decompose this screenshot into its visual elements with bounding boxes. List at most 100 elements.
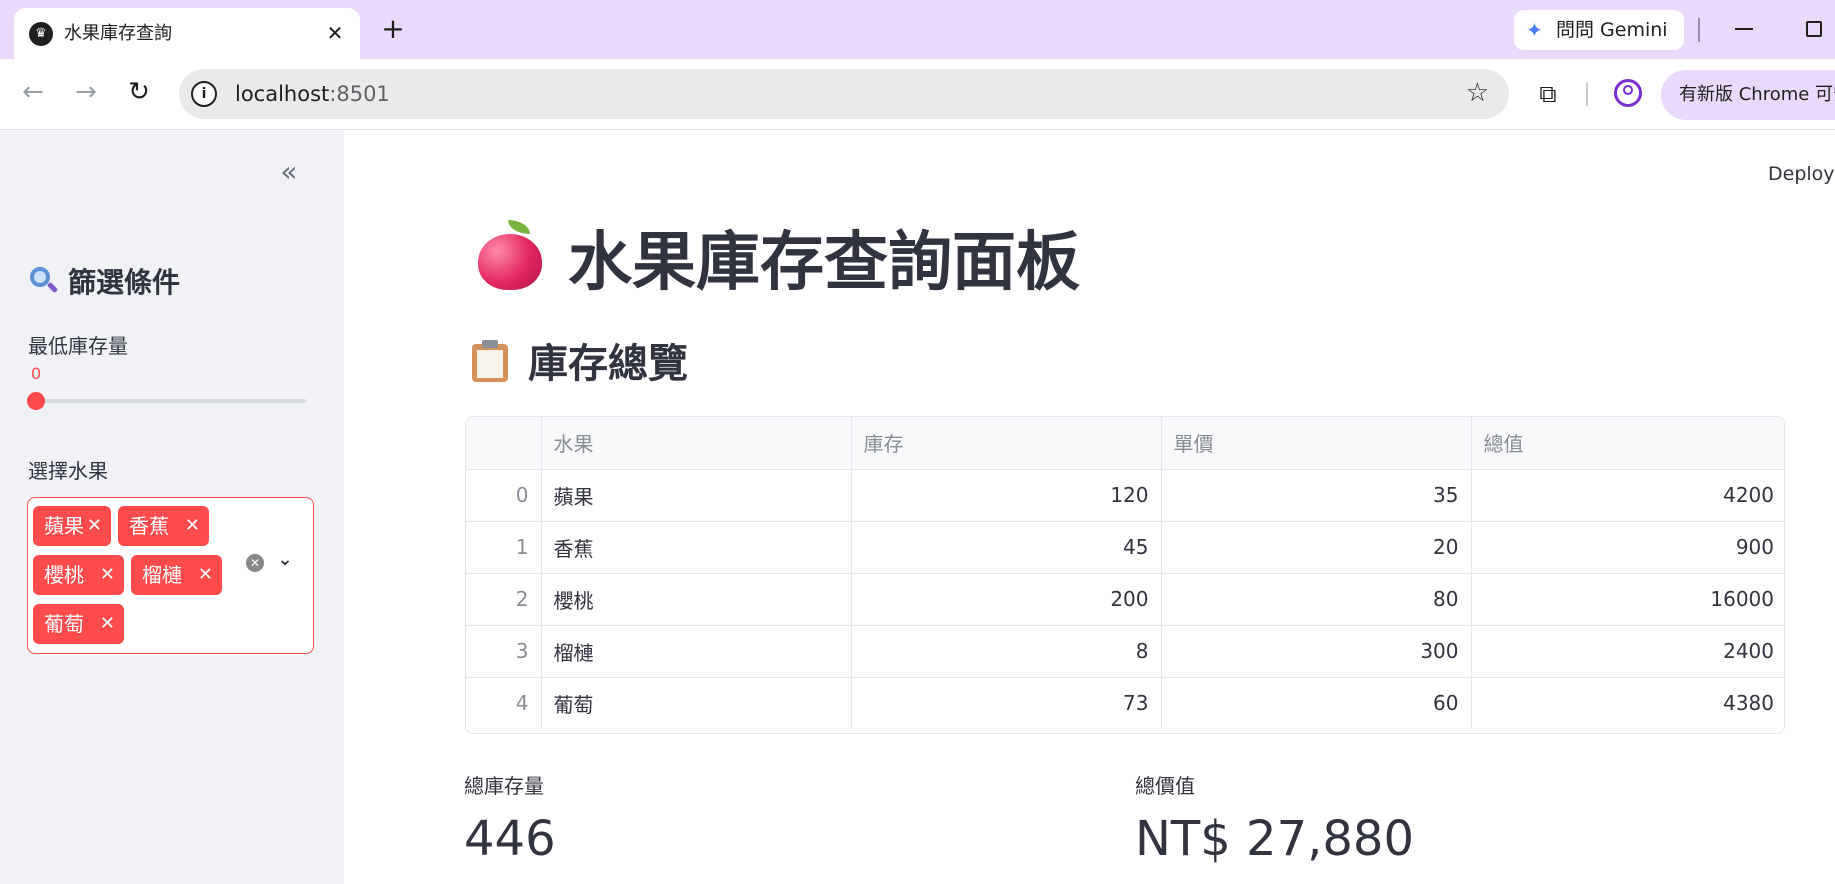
sidebar: « 篩選條件 最低庫存量 0 選擇水果 蘋果 ✕ 香蕉 ✕ 櫻桃 ✕ 榴槤 ✕ … xyxy=(0,130,344,884)
forward-arrow-icon[interactable]: → xyxy=(69,75,103,109)
cell-total[interactable]: 4200 xyxy=(1471,469,1784,522)
column-header-total[interactable]: 總值 xyxy=(1471,417,1784,470)
chip-label: 香蕉 xyxy=(129,514,169,538)
metric-total-value: 總價值 NT$ 27,880 xyxy=(1135,773,1414,869)
chevron-down-icon[interactable]: ⌄ xyxy=(276,549,294,571)
fruit-chip: 櫻桃 ✕ xyxy=(33,555,124,595)
maximize-icon[interactable] xyxy=(1806,21,1822,37)
minimize-icon[interactable] xyxy=(1735,28,1753,30)
inventory-dataframe[interactable]: 水果 庫存 單價 總值 0 蘋果 120 35 4200 1 香蕉 45 20 … xyxy=(465,416,1785,734)
cell-stock[interactable]: 45 xyxy=(851,521,1162,574)
row-index: 0 xyxy=(466,469,542,522)
cell-fruit[interactable]: 香蕉 xyxy=(541,521,852,574)
apple-icon xyxy=(474,220,546,292)
cell-stock[interactable]: 73 xyxy=(851,677,1162,729)
chrome-update-button[interactable]: 有新版 Chrome 可安 xyxy=(1661,70,1835,120)
row-index: 2 xyxy=(466,573,542,626)
clipboard-icon xyxy=(470,339,510,383)
cell-total[interactable]: 2400 xyxy=(1471,625,1784,678)
clear-all-icon[interactable]: ✕ xyxy=(246,554,264,572)
site-info-icon[interactable]: i xyxy=(191,81,217,107)
bookmark-star-icon[interactable]: ☆ xyxy=(1466,78,1489,108)
min-stock-slider[interactable] xyxy=(27,392,306,410)
cell-stock[interactable]: 8 xyxy=(851,625,1162,678)
row-index: 3 xyxy=(466,625,542,678)
tab-close-icon[interactable]: ✕ xyxy=(322,20,348,46)
cell-stock[interactable]: 120 xyxy=(851,469,1162,522)
slider-thumb[interactable] xyxy=(27,392,45,410)
chip-remove-icon[interactable]: ✕ xyxy=(198,563,213,587)
cell-price[interactable]: 20 xyxy=(1161,521,1472,574)
cell-total[interactable]: 16000 xyxy=(1471,573,1784,626)
cell-stock[interactable]: 200 xyxy=(851,573,1162,626)
extensions-icon[interactable]: ⧉ xyxy=(1530,79,1566,109)
chip-remove-icon[interactable]: ✕ xyxy=(100,612,115,636)
column-header-price[interactable]: 單價 xyxy=(1161,417,1472,470)
main-content: Deploy 水果庫存查詢面板 庫存總覽 水果 庫存 單價 總值 0 蘋果 12… xyxy=(344,130,1835,884)
min-stock-slider-label: 最低庫存量 xyxy=(28,334,128,358)
fruit-multiselect-label: 選擇水果 xyxy=(28,459,108,483)
magnifier-icon xyxy=(28,265,60,297)
fruit-chip: 葡萄 ✕ xyxy=(33,604,124,644)
tab-strip-divider xyxy=(1698,18,1700,42)
table-row: 4 葡萄 73 60 4380 xyxy=(466,677,1784,729)
min-stock-slider-value: 0 xyxy=(31,364,42,383)
fruit-multiselect[interactable]: 蘋果 ✕ 香蕉 ✕ 櫻桃 ✕ 榴槤 ✕ 葡萄 ✕ ✕ ⌄ xyxy=(27,497,314,654)
cell-fruit[interactable]: 蘋果 xyxy=(541,469,852,522)
table-row: 3 榴槤 8 300 2400 xyxy=(466,625,1784,678)
browser-tab[interactable]: ♛ 水果庫存查詢 ✕ xyxy=(14,8,360,59)
address-bar[interactable]: i localhost:8501 ☆ xyxy=(179,69,1509,119)
chip-remove-icon[interactable]: ✕ xyxy=(87,514,102,538)
table-row: 2 櫻桃 200 80 16000 xyxy=(466,573,1784,626)
cell-fruit[interactable]: 榴槤 xyxy=(541,625,852,678)
cell-fruit[interactable]: 櫻桃 xyxy=(541,573,852,626)
sidebar-heading: 篩選條件 xyxy=(28,265,180,301)
metric-total-stock: 總庫存量 446 xyxy=(464,773,556,869)
fruit-chip: 榴槤 ✕ xyxy=(131,555,222,595)
column-header-stock[interactable]: 庫存 xyxy=(851,417,1162,470)
table-header-row: 水果 庫存 單價 總值 xyxy=(466,417,1784,470)
chip-remove-icon[interactable]: ✕ xyxy=(100,563,115,587)
cell-total[interactable]: 900 xyxy=(1471,521,1784,574)
cell-price[interactable]: 35 xyxy=(1161,469,1472,522)
chip-remove-icon[interactable]: ✕ xyxy=(185,514,200,538)
url-text[interactable]: localhost:8501 xyxy=(235,81,390,107)
gemini-sparkle-icon: ✦ xyxy=(1526,18,1543,42)
cell-price[interactable]: 80 xyxy=(1161,573,1472,626)
browser-tab-strip: ♛ 水果庫存查詢 ✕ + ✦ 問問 Gemini xyxy=(0,0,1835,59)
update-label: 有新版 Chrome 可安 xyxy=(1679,84,1835,105)
metric-value: NT$ 27,880 xyxy=(1135,811,1414,867)
collapse-sidebar-icon[interactable]: « xyxy=(274,158,304,188)
chip-label: 蘋果 xyxy=(44,514,84,538)
crown-icon: ♛ xyxy=(29,22,53,46)
deploy-button[interactable]: Deploy xyxy=(1768,162,1835,186)
metric-label: 總價值 xyxy=(1135,774,1195,798)
fruit-chip: 香蕉 ✕ xyxy=(118,506,209,546)
browser-toolbar: ← → ↻ i localhost:8501 ☆ ⧉ 有新版 Chrome 可安 xyxy=(0,59,1835,130)
url-port: :8501 xyxy=(329,82,390,106)
metric-value: 446 xyxy=(464,811,556,867)
tab-title: 水果庫存查詢 xyxy=(64,23,172,44)
cell-fruit[interactable]: 葡萄 xyxy=(541,677,852,729)
url-host: localhost xyxy=(235,82,330,106)
reload-icon[interactable]: ↻ xyxy=(122,75,156,109)
section-title-text: 庫存總覽 xyxy=(528,341,688,387)
row-index: 4 xyxy=(466,677,542,729)
ask-gemini-button[interactable]: ✦ 問問 Gemini xyxy=(1514,10,1684,50)
page-title: 水果庫存查詢面板 xyxy=(474,220,1080,303)
cell-price[interactable]: 60 xyxy=(1161,677,1472,729)
new-tab-icon[interactable]: + xyxy=(378,14,408,44)
profile-icon[interactable] xyxy=(1614,79,1642,107)
gemini-label: 問問 Gemini xyxy=(1556,19,1668,41)
page-title-text: 水果庫存查詢面板 xyxy=(568,226,1080,300)
chip-label: 葡萄 xyxy=(44,612,84,636)
cell-total[interactable]: 4380 xyxy=(1471,677,1784,729)
table-row: 1 香蕉 45 20 900 xyxy=(466,521,1784,574)
chip-label: 榴槤 xyxy=(142,563,182,587)
chip-label: 櫻桃 xyxy=(44,563,84,587)
section-title: 庫存總覽 xyxy=(470,338,688,390)
back-arrow-icon[interactable]: ← xyxy=(16,75,50,109)
cell-price[interactable]: 300 xyxy=(1161,625,1472,678)
table-row: 0 蘋果 120 35 4200 xyxy=(466,469,1784,522)
column-header-fruit[interactable]: 水果 xyxy=(541,417,852,470)
